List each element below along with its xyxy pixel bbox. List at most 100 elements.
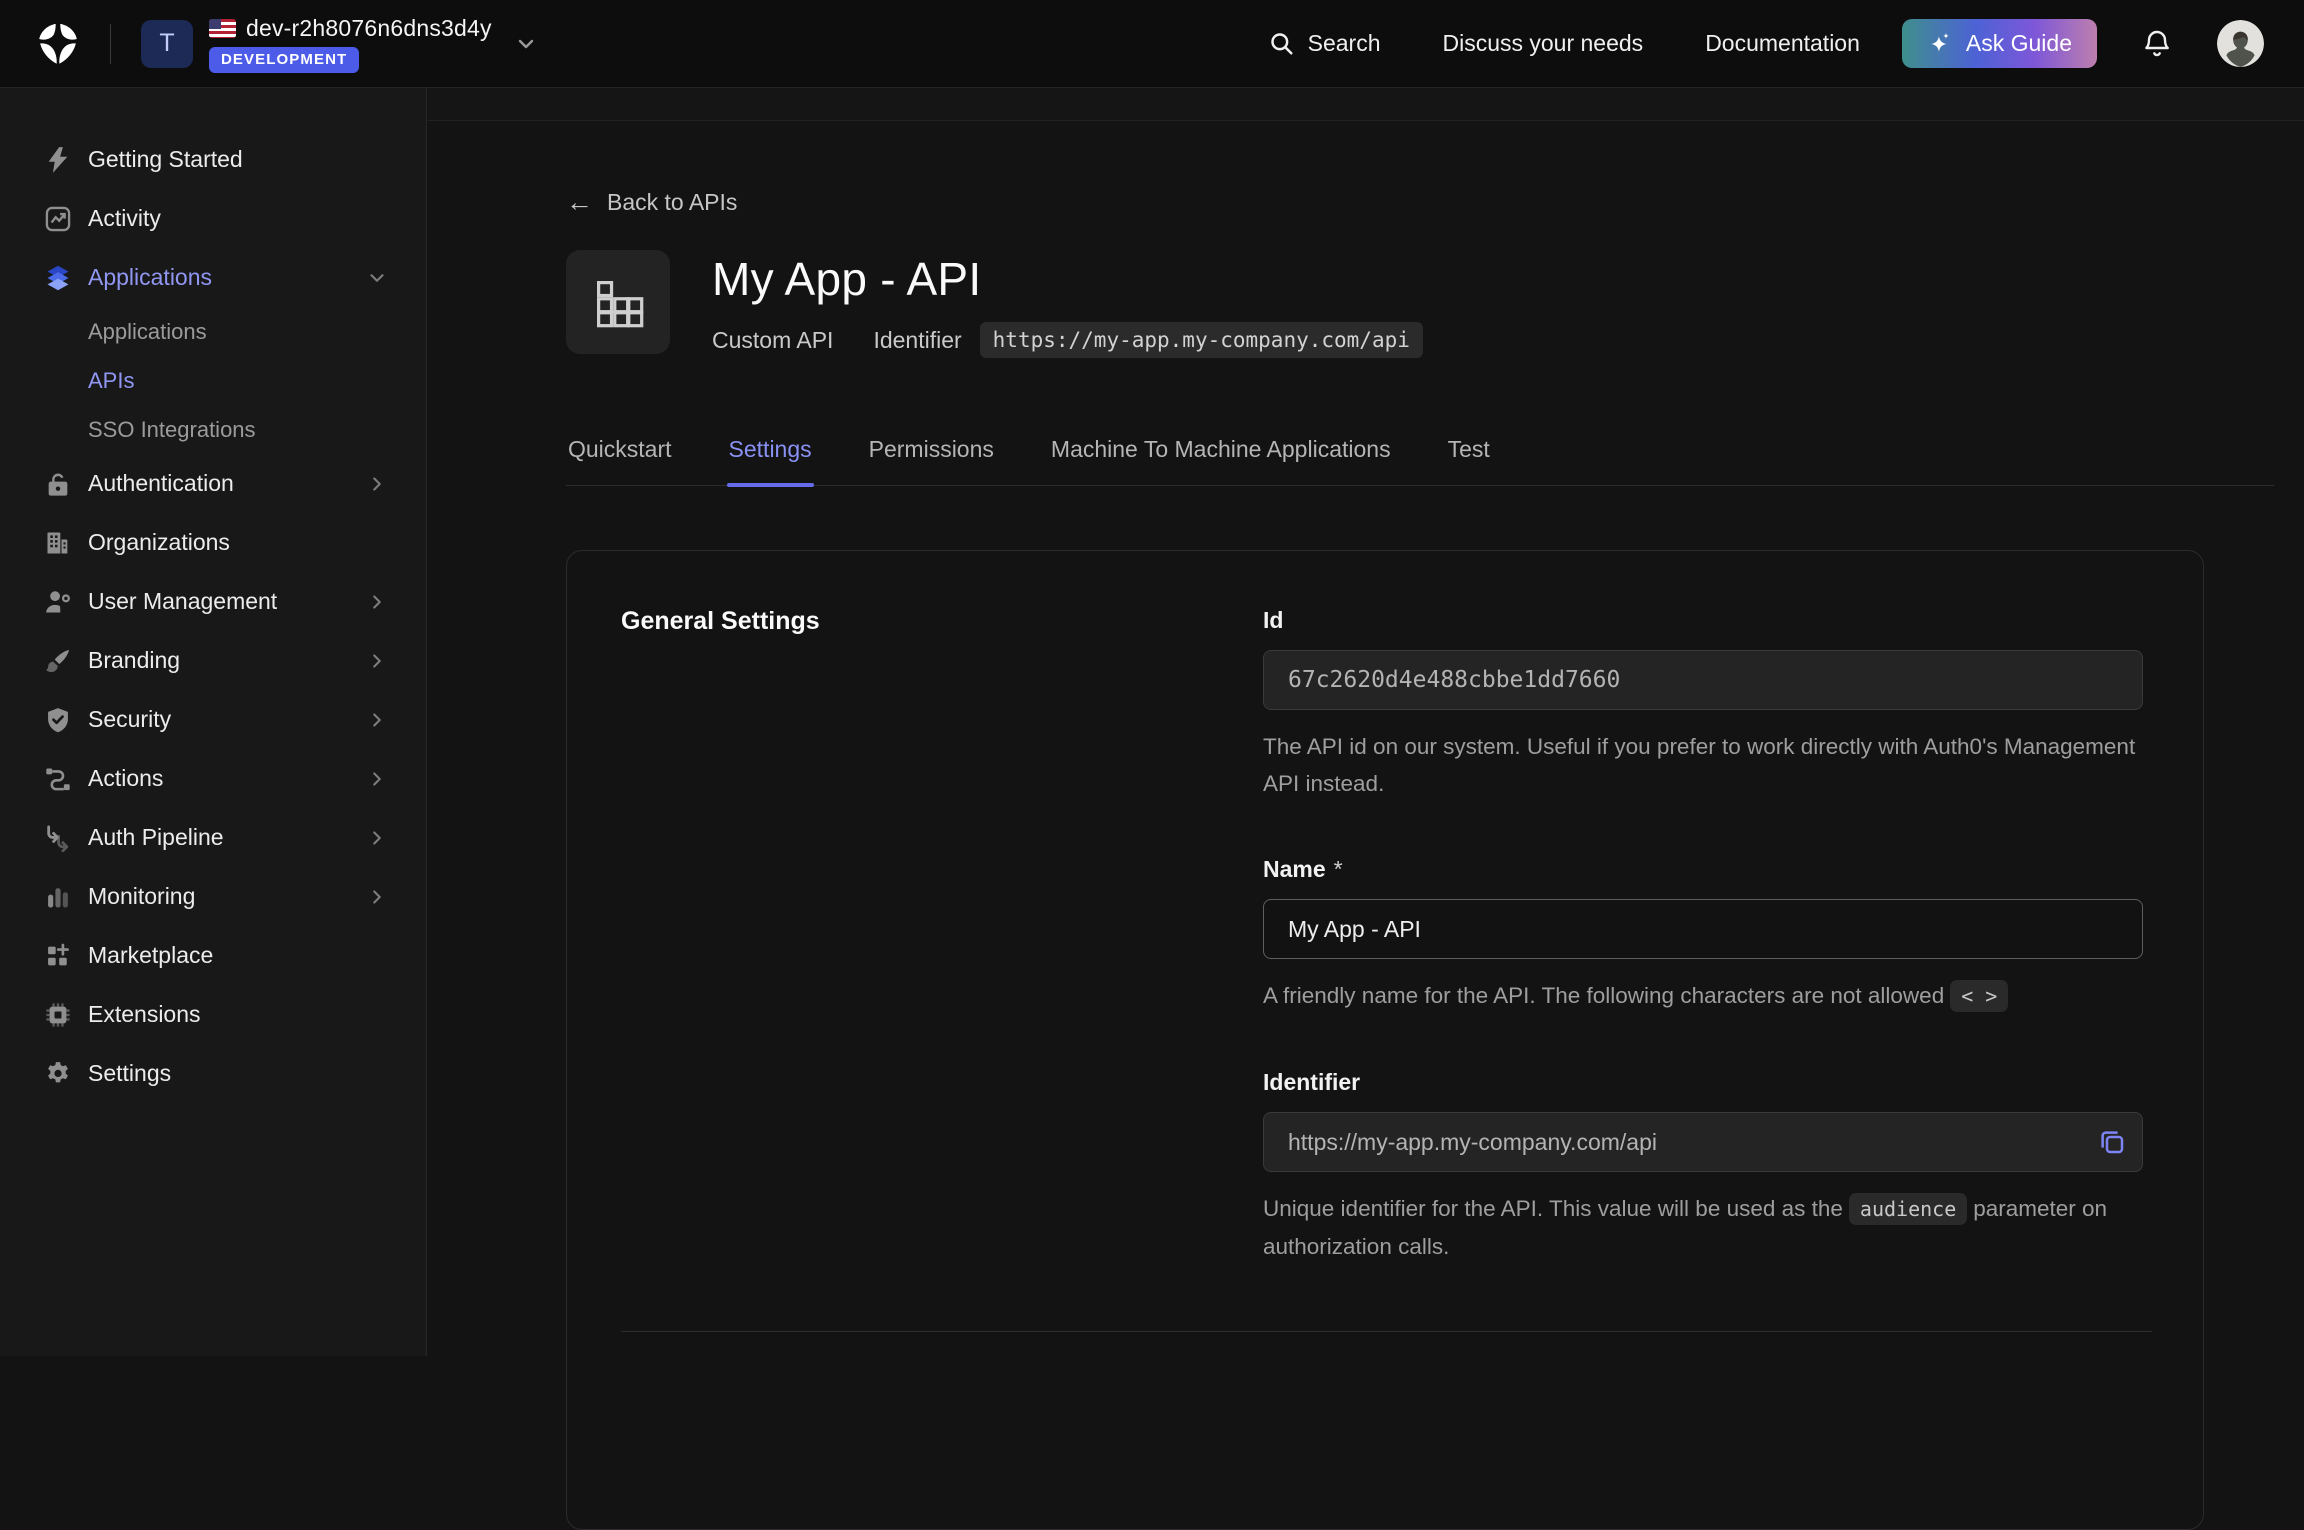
gear-icon <box>44 1059 76 1089</box>
discuss-your-needs-label: Discuss your needs <box>1442 30 1643 57</box>
identifier-help-text: Unique identifier for the API. This valu… <box>1263 1190 2143 1265</box>
environment-badge: DEVELOPMENT <box>209 47 359 73</box>
auth0-shield-logo <box>36 22 80 66</box>
sidebar-subitem-sso-integrations[interactable]: SSO Integrations <box>0 405 426 454</box>
chevron-right-icon <box>366 709 388 731</box>
sidebar-subitem-applications[interactable]: Applications <box>0 307 426 356</box>
sidebar-item-activity[interactable]: Activity <box>0 189 426 248</box>
topbar-actions: Search Discuss your needs Documentation … <box>1268 19 2264 68</box>
organizations-icon <box>44 528 76 558</box>
building-blocks-icon <box>566 250 670 354</box>
notifications-bell-icon[interactable] <box>2141 27 2173 61</box>
shield-check-icon <box>44 705 76 735</box>
sidebar-item-auth-pipeline[interactable]: Auth Pipeline <box>0 808 426 867</box>
sidebar-item-extensions[interactable]: Extensions <box>0 985 426 1044</box>
sidebar-item-label: User Management <box>88 588 277 615</box>
tenant-name: dev-r2h8076n6dns3d4y <box>246 15 492 42</box>
sidebar-item-actions[interactable]: Actions <box>0 749 426 808</box>
card-divider <box>621 1331 2152 1332</box>
us-flag-icon <box>209 19 236 38</box>
sidebar-item-marketplace[interactable]: Marketplace <box>0 926 426 985</box>
sparkle-icon <box>1927 31 1953 57</box>
tenant-initial-badge: T <box>141 20 193 68</box>
sidebar-item-branding[interactable]: Branding <box>0 631 426 690</box>
sidebar-item-label: Organizations <box>88 529 230 556</box>
topbar: T dev-r2h8076n6dns3d4y DEVELOPMENT Searc… <box>0 0 2304 88</box>
audience-chip: audience <box>1849 1193 1967 1225</box>
sidebar-subitem-label: Applications <box>88 319 207 345</box>
tab-permissions[interactable]: Permissions <box>867 436 996 485</box>
identifier-field: Identifier Unique identifier for the API… <box>1263 1069 2143 1265</box>
id-field-label: Id <box>1263 607 2143 634</box>
sidebar-item-label: Monitoring <box>88 883 195 910</box>
main-content: ← Back to APIs My App - API C <box>428 88 2304 1356</box>
api-title-block: My App - API Custom API Identifier https… <box>712 250 1423 358</box>
sidebar-item-label: Actions <box>88 765 163 792</box>
pipeline-icon <box>44 823 76 853</box>
ask-guide-button[interactable]: Ask Guide <box>1902 19 2097 68</box>
name-help-text: A friendly name for the API. The followi… <box>1263 977 2143 1015</box>
sidebar-item-label: Extensions <box>88 1001 201 1028</box>
tab-bar: Quickstart Settings Permissions Machine To … <box>566 436 2274 486</box>
sidebar-item-user-management[interactable]: User Management <box>0 572 426 631</box>
copy-icon[interactable] <box>2097 1127 2127 1157</box>
topbar-divider <box>110 24 111 64</box>
sidebar-item-label: Settings <box>88 1060 171 1087</box>
tab-quickstart[interactable]: Quickstart <box>566 436 674 485</box>
chevron-right-icon <box>366 650 388 672</box>
sidebar-subitem-apis[interactable]: APIs <box>0 356 426 405</box>
documentation-label: Documentation <box>1705 30 1860 57</box>
ask-guide-label: Ask Guide <box>1966 30 2072 57</box>
sidebar-item-label: Auth Pipeline <box>88 824 224 851</box>
id-input <box>1263 650 2143 710</box>
page-title: My App - API <box>712 252 1423 306</box>
sidebar-item-label: Activity <box>88 205 161 232</box>
tab-settings[interactable]: Settings <box>727 436 814 485</box>
chevron-down-icon <box>514 32 538 56</box>
sidebar-item-label: Authentication <box>88 470 234 497</box>
general-settings-card: General Settings Id The API id on our sy… <box>566 550 2204 1530</box>
sidebar-subitem-label: APIs <box>88 368 134 394</box>
section-heading: General Settings <box>621 607 1263 636</box>
name-input[interactable] <box>1263 899 2143 959</box>
back-to-apis-label: Back to APIs <box>607 189 737 216</box>
disallowed-chars-chip: < > <box>1950 980 2008 1012</box>
search-label: Search <box>1308 30 1381 57</box>
identifier-field-label: Identifier <box>1263 1069 2143 1096</box>
bar-chart-icon <box>44 882 76 912</box>
name-field-label: Name * <box>1263 856 2143 883</box>
tab-test[interactable]: Test <box>1446 436 1492 485</box>
identifier-input <box>1263 1112 2143 1172</box>
lightning-icon <box>44 145 76 175</box>
id-help-text: The API id on our system. Useful if you … <box>1263 728 2143 802</box>
sidebar-item-authentication[interactable]: Authentication <box>0 454 426 513</box>
chevron-right-icon <box>366 886 388 908</box>
marketplace-icon <box>44 941 76 971</box>
content-header-strip <box>428 88 2304 121</box>
layers-icon <box>44 263 76 293</box>
tenant-info: dev-r2h8076n6dns3d4y DEVELOPMENT <box>209 15 492 73</box>
sidebar-item-getting-started[interactable]: Getting Started <box>0 130 426 189</box>
sidebar-item-applications[interactable]: Applications <box>0 248 426 307</box>
search-icon <box>1268 30 1295 57</box>
search-button[interactable]: Search <box>1268 30 1381 57</box>
sidebar-item-security[interactable]: Security <box>0 690 426 749</box>
sidebar-item-organizations[interactable]: Organizations <box>0 513 426 572</box>
chevron-down-icon <box>366 267 388 289</box>
activity-icon <box>44 204 76 234</box>
documentation-link[interactable]: Documentation <box>1705 30 1860 57</box>
lock-icon <box>44 469 76 499</box>
user-avatar-photo[interactable] <box>2217 20 2264 67</box>
sidebar-item-label: Applications <box>88 264 212 291</box>
chevron-right-icon <box>366 591 388 613</box>
identifier-chip: https://my-app.my-company.com/api <box>980 322 1423 358</box>
discuss-your-needs-link[interactable]: Discuss your needs <box>1442 30 1643 57</box>
sidebar-item-monitoring[interactable]: Monitoring <box>0 867 426 926</box>
sidebar-item-label: Marketplace <box>88 942 213 969</box>
tenant-switcher[interactable]: T dev-r2h8076n6dns3d4y DEVELOPMENT <box>141 15 538 73</box>
sidebar-item-settings[interactable]: Settings <box>0 1044 426 1103</box>
name-field: Name * A friendly name for the API. The … <box>1263 856 2143 1015</box>
back-to-apis-link[interactable]: ← Back to APIs <box>566 189 737 216</box>
sidebar-item-label: Getting Started <box>88 146 243 173</box>
tab-machine-to-machine-applications[interactable]: Machine To Machine Applications <box>1049 436 1393 485</box>
